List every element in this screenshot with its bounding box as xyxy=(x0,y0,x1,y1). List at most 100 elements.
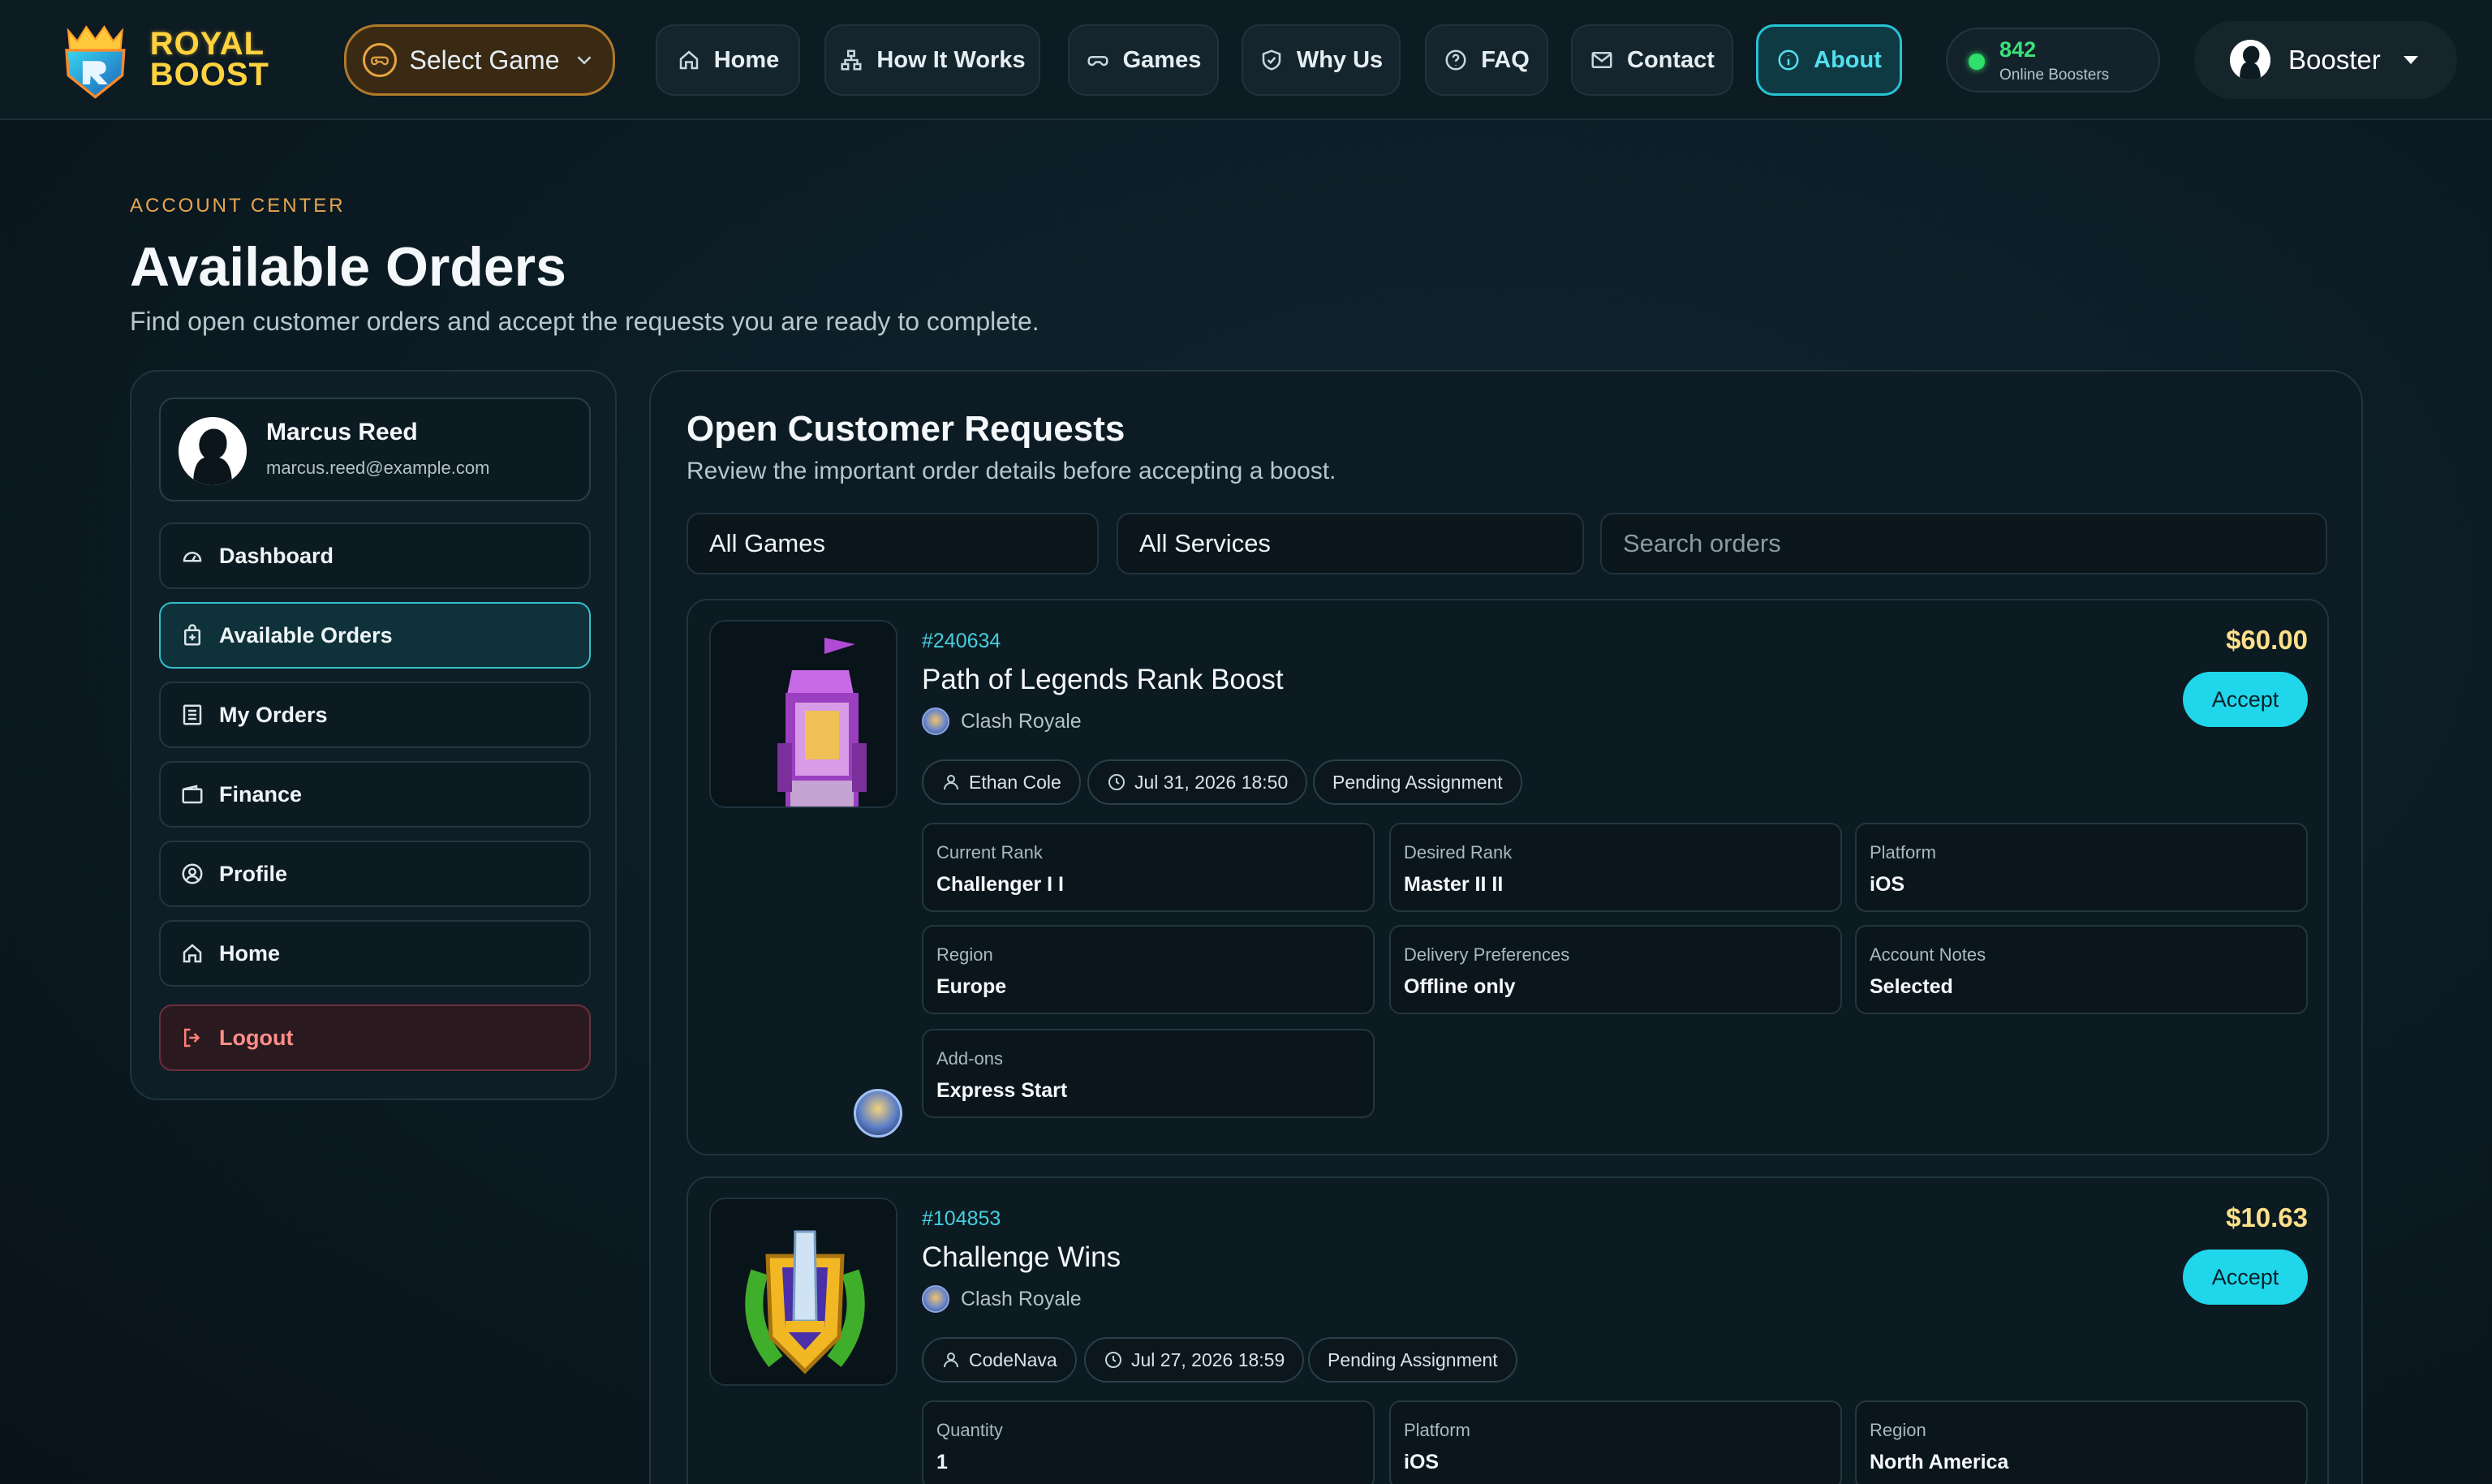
orders-panel: Open Customer Requests Review the import… xyxy=(649,370,2363,1484)
nav-why-us-label: Why Us xyxy=(1296,46,1384,73)
games-filter-value: All Games xyxy=(709,529,825,557)
order-thumbnail-sword-badge xyxy=(709,1198,897,1386)
sidebar-item-dashboard[interactable]: Dashboard xyxy=(159,523,591,589)
select-game-dropdown[interactable]: Select Game xyxy=(344,24,615,96)
search-input[interactable]: Search orders xyxy=(1600,513,2327,574)
field-label: Add-ons xyxy=(936,1048,1003,1069)
sidebar-item-label: Finance xyxy=(219,781,303,807)
user-icon xyxy=(944,775,958,790)
field-value: Europe xyxy=(936,975,1007,998)
sidebar: Marcus Reed marcus.reed@example.com Dash… xyxy=(130,370,617,1100)
profile-email: marcus.reed@example.com xyxy=(266,458,490,478)
sidebar-item-finance[interactable]: Finance xyxy=(159,761,591,828)
order-price: $10.63 xyxy=(2226,1202,2308,1232)
gamepad-icon xyxy=(1087,56,1108,67)
order-id: #104853 xyxy=(922,1207,1001,1230)
caret-down-icon xyxy=(2403,56,2418,64)
order-date: Jul 31, 2026 18:50 xyxy=(1134,771,1289,793)
field-region: Region Europe xyxy=(922,925,1375,1014)
sidebar-item-label: Available Orders xyxy=(219,622,393,647)
field-desired-rank: Desired Rank Master II II xyxy=(1389,823,1842,912)
services-filter-value: All Services xyxy=(1139,529,1271,557)
order-date: Jul 27, 2026 18:59 xyxy=(1131,1349,1285,1370)
sidebar-item-profile[interactable]: Profile xyxy=(159,841,591,907)
order-status: Pending Assignment xyxy=(1328,1349,1498,1370)
accept-button[interactable]: Accept xyxy=(2183,672,2308,727)
sidebar-item-available-orders[interactable]: Available Orders xyxy=(159,602,591,669)
order-game-label: Clash Royale xyxy=(961,709,1082,733)
logout-icon xyxy=(184,1028,200,1047)
nav-why-us[interactable]: Why Us xyxy=(1242,24,1401,96)
mail-icon xyxy=(1591,52,1612,68)
order-thumbnail-tower xyxy=(709,620,897,808)
field-value: iOS xyxy=(1404,1451,1440,1473)
page-title: Available Orders xyxy=(130,236,566,298)
customer-name: Ethan Cole xyxy=(969,771,1061,793)
royal-boost-logo[interactable]: ROYAL BOOST xyxy=(50,11,269,107)
order-game: Clash Royale xyxy=(922,1285,1082,1313)
list-icon xyxy=(183,704,202,725)
field-value: North America xyxy=(1870,1451,2009,1473)
field-label: Region xyxy=(1870,1420,1926,1440)
nav-home[interactable]: Home xyxy=(656,24,800,96)
top-navbar: ROYAL BOOST Select Game Home How It Work… xyxy=(0,0,2492,120)
nav-about[interactable]: About xyxy=(1756,24,1902,96)
sidebar-item-label: Dashboard xyxy=(219,543,334,568)
nav-faq-label: FAQ xyxy=(1481,46,1530,73)
profile-card: Marcus Reed marcus.reed@example.com xyxy=(159,398,591,501)
nav-games[interactable]: Games xyxy=(1068,24,1219,96)
order-game-label: Clash Royale xyxy=(961,1287,1082,1310)
chevron-down-icon xyxy=(578,56,592,65)
field-label: Quantity xyxy=(936,1420,1003,1440)
sidebar-item-label: Logout xyxy=(219,1025,294,1050)
field-quantity: Quantity 1 xyxy=(922,1400,1375,1484)
page-eyebrow: ACCOUNT CENTER xyxy=(130,195,346,217)
nav-about-label: About xyxy=(1814,46,1882,73)
order-price: $60.00 xyxy=(2226,625,2308,655)
games-filter-select[interactable]: All Games xyxy=(686,513,1099,574)
search-placeholder: Search orders xyxy=(1623,529,1781,557)
field-current-rank: Current Rank Challenger I I xyxy=(922,823,1375,912)
home-icon xyxy=(679,50,698,70)
info-circle-icon xyxy=(1778,49,1799,71)
select-game-label: Select Game xyxy=(409,45,560,75)
avatar xyxy=(2230,40,2270,80)
clash-royale-icon xyxy=(922,1285,949,1313)
order-status: Pending Assignment xyxy=(1332,771,1503,793)
sidebar-item-home[interactable]: Home xyxy=(159,920,591,987)
status-badge: Pending Assignment xyxy=(1308,1337,1517,1383)
nav-contact[interactable]: Contact xyxy=(1571,24,1733,96)
online-boosters-indicator: 842 Online Boosters xyxy=(1946,28,2160,92)
field-value: 1 xyxy=(936,1451,948,1473)
sidebar-item-label: Profile xyxy=(219,861,288,886)
order-title: Path of Legends Rank Boost xyxy=(922,664,1284,695)
nav-games-label: Games xyxy=(1122,46,1202,73)
home-icon xyxy=(183,944,202,963)
nav-faq[interactable]: FAQ xyxy=(1425,24,1548,96)
gauge-icon xyxy=(183,552,202,562)
accept-button[interactable]: Accept xyxy=(2183,1250,2308,1305)
clash-royale-icon xyxy=(922,708,949,735)
online-label: Online Boosters xyxy=(1999,67,2110,84)
panel-title: Open Customer Requests xyxy=(686,409,1125,449)
field-label: Region xyxy=(936,944,993,965)
order-game: Clash Royale xyxy=(922,708,1082,735)
field-value: Challenger I I xyxy=(936,873,1064,896)
question-circle-icon xyxy=(1445,49,1466,71)
online-status-dot xyxy=(1969,54,1985,70)
status-badge: Pending Assignment xyxy=(1313,759,1522,805)
sidebar-item-logout[interactable]: Logout xyxy=(159,1004,591,1071)
clock-icon xyxy=(1105,1352,1121,1368)
nav-how-it-works[interactable]: How It Works xyxy=(824,24,1040,96)
field-label: Account Notes xyxy=(1870,944,1986,965)
field-value: Master II II xyxy=(1404,873,1504,896)
crown-shield-icon xyxy=(65,25,126,99)
services-filter-select[interactable]: All Services xyxy=(1117,513,1584,574)
user-menu[interactable]: Booster xyxy=(2194,21,2457,99)
field-label: Desired Rank xyxy=(1404,842,1513,862)
sitemap-icon xyxy=(841,49,862,71)
field-value: Selected xyxy=(1870,975,1953,998)
sidebar-item-my-orders[interactable]: My Orders xyxy=(159,682,591,748)
order-card: #240634 Path of Legends Rank Boost Clash… xyxy=(686,599,2329,1155)
online-count: 842 xyxy=(1999,37,2037,62)
